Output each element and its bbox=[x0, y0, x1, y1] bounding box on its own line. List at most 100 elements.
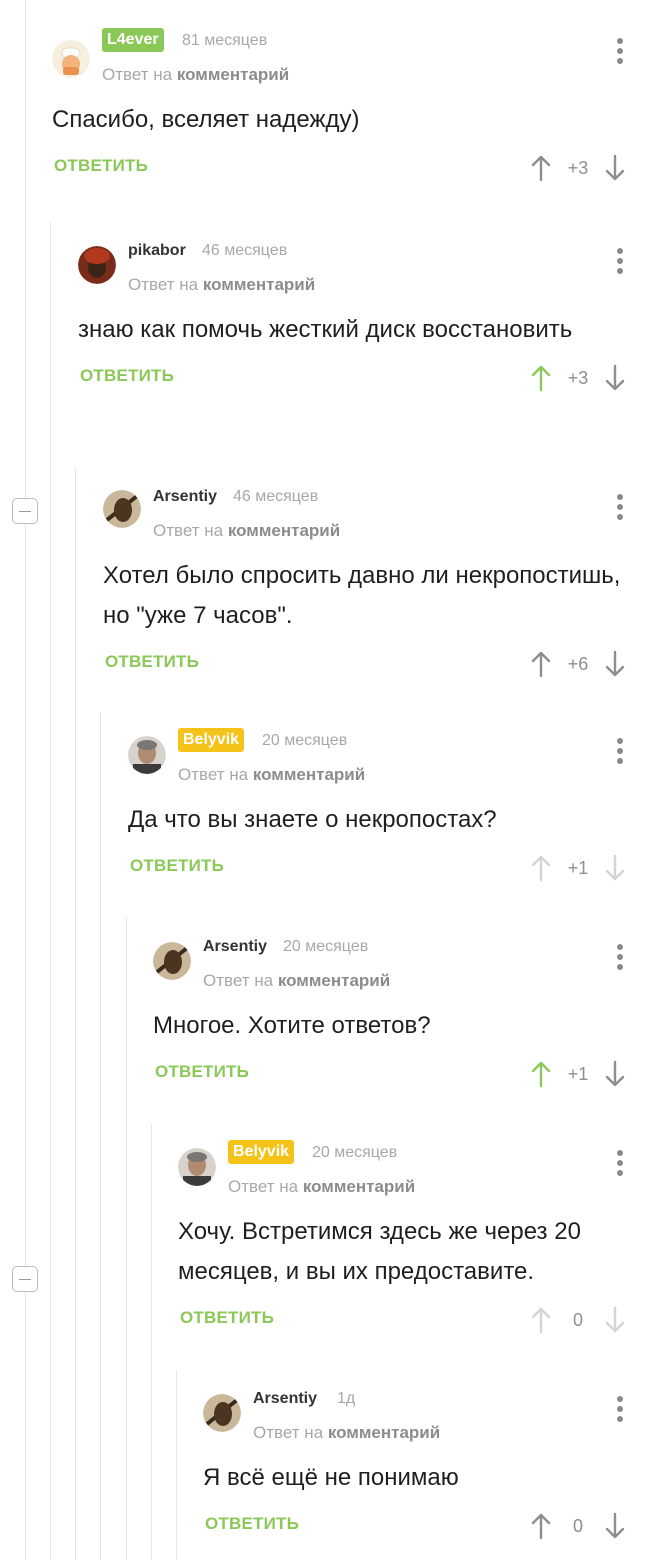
comment: Belyvik 20 месяцев Ответ на комментарий … bbox=[128, 728, 648, 886]
comment-text: Я всё ещё не понимаю bbox=[203, 1464, 459, 1491]
comment-time: 46 месяцев bbox=[233, 488, 319, 505]
thread-line bbox=[25, 0, 26, 1560]
comment: Arsentiy 1д Ответ на комментарий Я всё е… bbox=[203, 1388, 648, 1544]
downvote-arrow-icon[interactable] bbox=[604, 650, 626, 678]
reply-to-link[interactable]: комментарий bbox=[278, 971, 390, 990]
reply-button[interactable]: ОТВЕТИТЬ bbox=[180, 1308, 274, 1328]
comment-time: 20 месяцев bbox=[283, 938, 369, 955]
author-name[interactable]: Belyvik bbox=[228, 1140, 295, 1164]
reply-button[interactable]: ОТВЕТИТЬ bbox=[80, 366, 174, 386]
collapse-thread-button[interactable] bbox=[12, 1266, 38, 1292]
reply-button[interactable]: ОТВЕТИТЬ bbox=[155, 1062, 249, 1082]
upvote-arrow-icon[interactable] bbox=[530, 1512, 552, 1540]
rating: +6 bbox=[567, 653, 589, 674]
dark-avatar[interactable] bbox=[153, 942, 191, 980]
upvote-arrow-icon[interactable] bbox=[530, 364, 552, 392]
vote-block: +6 bbox=[530, 646, 626, 682]
reply-to: Ответ на комментарий bbox=[153, 521, 341, 540]
comment-time: 1д bbox=[337, 1390, 356, 1407]
reply-to-link[interactable]: комментарий bbox=[303, 1177, 415, 1196]
downvote-arrow-icon[interactable] bbox=[604, 364, 626, 392]
thread-line bbox=[151, 1124, 152, 1560]
downvote-arrow-icon[interactable] bbox=[604, 1306, 626, 1334]
rating: +3 bbox=[567, 367, 589, 388]
author-name[interactable]: Arsentiy bbox=[153, 486, 217, 508]
author-name[interactable]: L4ever bbox=[102, 28, 164, 52]
reply-button[interactable]: ОТВЕТИТЬ bbox=[130, 856, 224, 876]
vote-block: 0 bbox=[530, 1302, 626, 1338]
thread-line bbox=[75, 468, 76, 1560]
more-options-icon[interactable] bbox=[616, 38, 624, 68]
thread-line bbox=[176, 1370, 177, 1560]
reply-to-link[interactable]: комментарий bbox=[203, 275, 315, 294]
reply-to-link[interactable]: комментарий bbox=[177, 65, 289, 84]
reply-to-link[interactable]: комментарий bbox=[328, 1423, 440, 1442]
more-options-icon[interactable] bbox=[616, 494, 624, 524]
more-options-icon[interactable] bbox=[616, 738, 624, 768]
reply-button[interactable]: ОТВЕТИТЬ bbox=[205, 1514, 299, 1534]
rating: 0 bbox=[572, 1309, 583, 1330]
rating: 0 bbox=[572, 1515, 583, 1536]
comment: L4ever 81 месяцев Ответ на комментарий С… bbox=[52, 28, 648, 186]
more-options-icon[interactable] bbox=[616, 1396, 624, 1426]
comment: pikabor 46 месяцев Ответ на комментарий … bbox=[78, 240, 648, 396]
upvote-arrow-icon[interactable] bbox=[530, 154, 552, 182]
vote-block: +1 bbox=[530, 850, 626, 886]
comment: Belyvik 20 месяцев Ответ на комментарий … bbox=[178, 1140, 648, 1338]
comment: Arsentiy 20 месяцев Ответ на комментарий… bbox=[153, 936, 648, 1092]
author-name[interactable]: Belyvik bbox=[178, 728, 245, 752]
reply-to: Ответ на комментарий bbox=[203, 971, 391, 990]
reply-to-link[interactable]: комментарий bbox=[253, 765, 365, 784]
reply-to: Ответ на комментарий bbox=[102, 65, 290, 84]
comment-time: 46 месяцев bbox=[202, 242, 288, 259]
downvote-arrow-icon[interactable] bbox=[604, 854, 626, 882]
photo-avatar[interactable] bbox=[78, 246, 116, 284]
upvote-arrow-icon[interactable] bbox=[530, 1060, 552, 1088]
thread-line bbox=[50, 222, 51, 1560]
reply-to: Ответ на комментарий bbox=[253, 1423, 441, 1442]
author-name[interactable]: Arsentiy bbox=[203, 936, 267, 958]
vote-block: +1 bbox=[530, 1056, 626, 1092]
comment: Arsentiy 46 месяцев Ответ на комментарий… bbox=[103, 486, 648, 682]
portrait-avatar[interactable] bbox=[178, 1148, 216, 1186]
chef-avatar[interactable] bbox=[52, 40, 90, 78]
comment-text: Хочу. Встретимся здесь же через 20 месяц… bbox=[178, 1218, 581, 1285]
downvote-arrow-icon[interactable] bbox=[604, 1512, 626, 1540]
comment-text: Хотел было спросить давно ли некропостиш… bbox=[103, 562, 621, 629]
comment-time: 20 месяцев bbox=[262, 732, 348, 749]
comment-time: 20 месяцев bbox=[312, 1144, 398, 1161]
reply-to: Ответ на комментарий bbox=[178, 765, 366, 784]
vote-block: +3 bbox=[530, 360, 626, 396]
comment-text: Многое. Хотите ответов? bbox=[153, 1012, 431, 1039]
more-options-icon[interactable] bbox=[616, 1150, 624, 1180]
upvote-arrow-icon[interactable] bbox=[530, 1306, 552, 1334]
vote-block: 0 bbox=[530, 1508, 626, 1544]
reply-to: Ответ на комментарий bbox=[128, 275, 316, 294]
downvote-arrow-icon[interactable] bbox=[604, 1060, 626, 1088]
more-options-icon[interactable] bbox=[616, 944, 624, 974]
dark-avatar[interactable] bbox=[203, 1394, 241, 1432]
reply-to: Ответ на комментарий bbox=[228, 1177, 416, 1196]
author-name[interactable]: pikabor bbox=[128, 240, 186, 262]
thread-line bbox=[126, 918, 127, 1560]
more-options-icon[interactable] bbox=[616, 248, 624, 278]
rating: +1 bbox=[567, 1063, 589, 1084]
comment-text: знаю как помочь жесткий диск восстановит… bbox=[78, 316, 573, 343]
downvote-arrow-icon[interactable] bbox=[604, 154, 626, 182]
reply-button[interactable]: ОТВЕТИТЬ bbox=[54, 156, 148, 176]
reply-to-link[interactable]: комментарий bbox=[228, 521, 340, 540]
comment-text: Да что вы знаете о некропостах? bbox=[128, 806, 497, 833]
reply-button[interactable]: ОТВЕТИТЬ bbox=[105, 652, 199, 672]
rating: +3 bbox=[567, 157, 589, 178]
author-name[interactable]: Arsentiy bbox=[253, 1388, 317, 1410]
dark-avatar[interactable] bbox=[103, 490, 141, 528]
thread-line bbox=[100, 712, 101, 1560]
vote-block: +3 bbox=[530, 150, 626, 186]
collapse-thread-button[interactable] bbox=[12, 498, 38, 524]
portrait-avatar[interactable] bbox=[128, 736, 166, 774]
rating: +1 bbox=[567, 857, 589, 878]
comment-text: Спасибо, вселяет надежду) bbox=[52, 106, 360, 133]
comment-time: 81 месяцев bbox=[182, 32, 268, 49]
upvote-arrow-icon[interactable] bbox=[530, 650, 552, 678]
upvote-arrow-icon[interactable] bbox=[530, 854, 552, 882]
